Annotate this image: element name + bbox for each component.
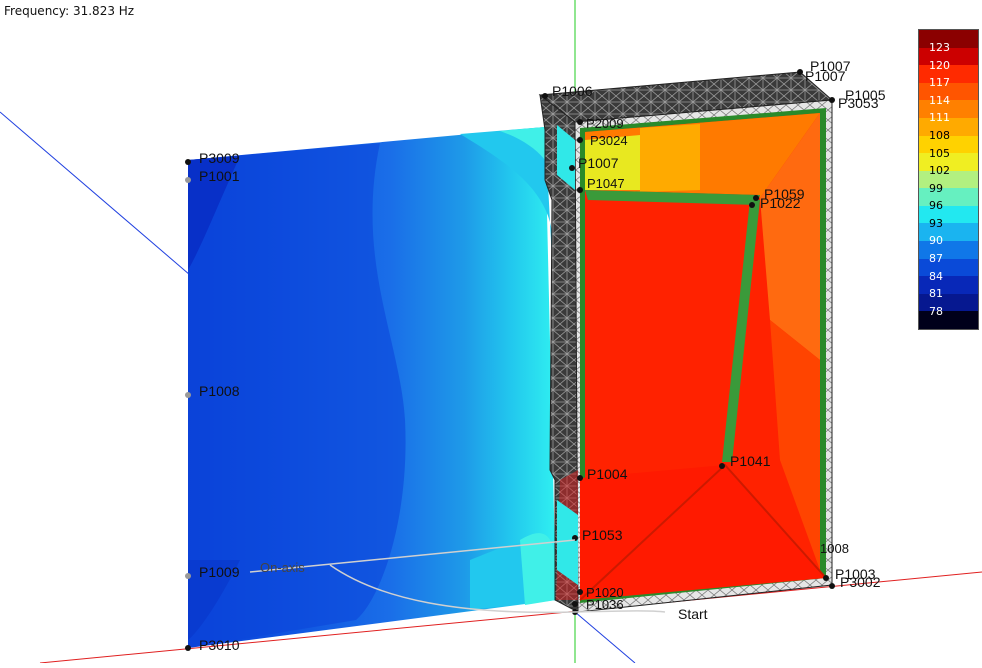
- point-label[interactable]: P1004: [587, 466, 628, 482]
- legend-swatch: [919, 276, 978, 295]
- point-label[interactable]: P1036: [586, 597, 624, 612]
- point-label[interactable]: P1007: [578, 155, 619, 171]
- legend-tick-label: 102: [929, 164, 950, 178]
- legend-tick-label: 84: [929, 269, 943, 283]
- legend-tick-label: 114: [929, 93, 950, 107]
- point-label[interactable]: P1006: [552, 83, 593, 99]
- legend-tick-label: 99: [929, 181, 943, 195]
- point-label[interactable]: P1047: [587, 176, 625, 191]
- point-label[interactable]: P3053: [838, 95, 879, 111]
- legend-swatch: [919, 258, 978, 277]
- color-scale-legend: 123 120 117 114 111 108 105 102 99 96 93 90 87 84 81 78: [918, 29, 979, 330]
- point-label[interactable]: P3010: [199, 637, 240, 653]
- legend-tick-label: 78: [929, 304, 943, 318]
- legend-swatch: [919, 205, 978, 224]
- point-label[interactable]: P1009: [199, 564, 240, 580]
- point-label[interactable]: P1022: [760, 195, 801, 211]
- spl-wall-plane: [188, 127, 557, 648]
- start-label: Start: [678, 606, 708, 622]
- legend-tick-label: 120: [929, 58, 950, 72]
- point-label[interactable]: P2009: [586, 116, 624, 131]
- point-label[interactable]: P3024: [590, 133, 628, 148]
- point-label[interactable]: P1041: [730, 453, 771, 469]
- blue-axis-line-lower: [574, 611, 636, 664]
- legend-tick-label: 87: [929, 252, 943, 266]
- point-label[interactable]: P1007: [805, 68, 846, 84]
- legend-tick-label: 90: [929, 234, 943, 248]
- legend-tick-label: 81: [929, 287, 943, 301]
- legend-tick-label: 123: [929, 41, 950, 54]
- legend-swatch: [919, 223, 978, 242]
- legend-tick-label: 96: [929, 199, 943, 213]
- legend-swatch: [919, 188, 978, 207]
- point-label[interactable]: P1008: [199, 383, 240, 399]
- legend-tick-label: 105: [929, 146, 950, 160]
- legend-tick-label: 108: [929, 128, 950, 142]
- blue-axis-line: [0, 111, 191, 276]
- point-label[interactable]: 1008: [820, 541, 849, 556]
- point-label[interactable]: P3002: [840, 574, 881, 590]
- legend-tick-label: 117: [929, 76, 950, 90]
- 3d-viewport[interactable]: P3009 P1001 P1008 P1009 P3010 P1006 P100…: [0, 0, 982, 664]
- legend-swatch: [919, 293, 978, 312]
- point-label[interactable]: P1001: [199, 168, 240, 184]
- frequency-label: Frequency: 31.823 Hz: [4, 4, 135, 18]
- point-label[interactable]: P1053: [582, 527, 623, 543]
- legend-tick-label: 93: [929, 216, 943, 230]
- legend-tick-label: 111: [929, 111, 950, 125]
- point-label[interactable]: P3009: [199, 150, 240, 166]
- legend-swatch: [919, 241, 978, 260]
- scene-canvas[interactable]: P3009 P1001 P1008 P1009 P3010 P1006 P100…: [0, 0, 982, 664]
- on-axis-label: On-axis: [260, 560, 305, 575]
- legend-swatch: [919, 311, 978, 330]
